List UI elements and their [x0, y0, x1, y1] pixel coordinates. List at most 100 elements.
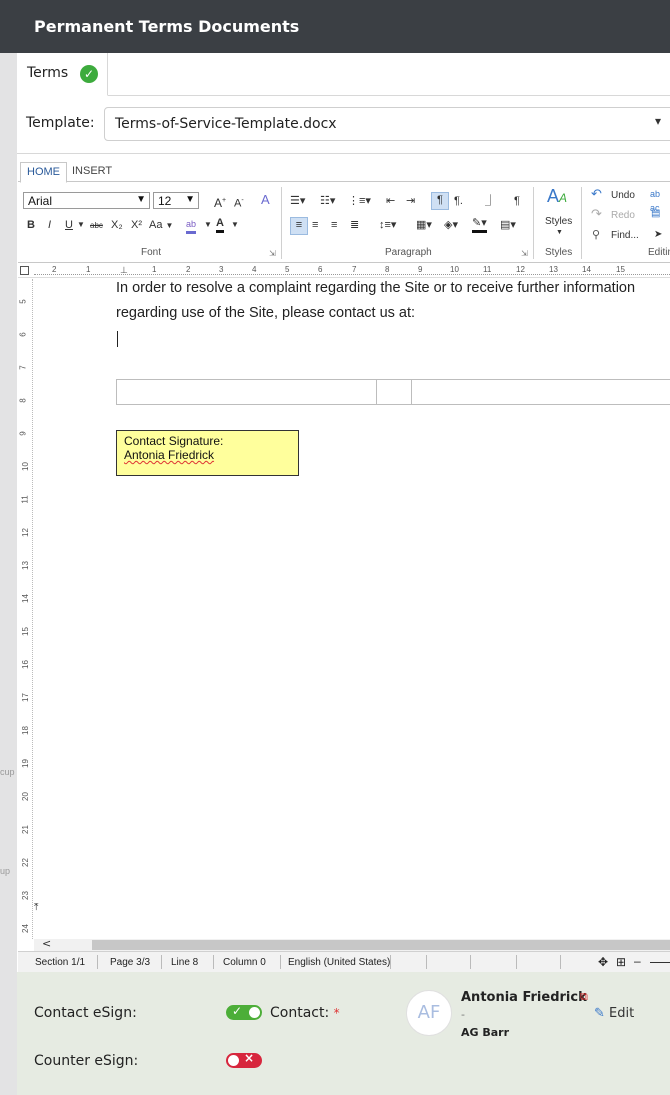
ruler-mark: 9	[418, 265, 423, 274]
group-separator	[533, 187, 534, 259]
ruler-mark: 10	[20, 462, 30, 471]
ruler-mark: 16	[20, 660, 30, 669]
cursor-select-icon[interactable]: ➤	[654, 228, 662, 242]
show-formatting-icon[interactable]: ¶	[514, 194, 520, 208]
signature-name: Antonia Friedrick	[124, 448, 215, 462]
ruler-mark: 17	[20, 693, 30, 702]
ribbon-tab-home[interactable]: HOME	[20, 162, 67, 183]
border-color-icon[interactable]: ✎▾	[472, 216, 487, 233]
font-color-icon[interactable]: A	[216, 216, 224, 233]
status-bar: Section 1/1 Page 3/3 Line 8 Column 0 Eng…	[18, 951, 670, 972]
undo-button[interactable]: Undo	[611, 189, 635, 203]
shrink-font-icon[interactable]: A-	[234, 194, 244, 211]
horizontal-scrollbar[interactable]: <	[34, 937, 670, 951]
template-select[interactable]: Terms-of-Service-Template.docx ▾	[104, 107, 670, 141]
border-width-icon[interactable]: ▤▾	[500, 218, 516, 232]
ruler-mark: 13	[20, 561, 30, 570]
font-name-select[interactable]: Arial ▼	[23, 192, 150, 209]
table-cell-divider	[376, 380, 377, 404]
ruler-mark: 6	[18, 332, 28, 337]
multilevel-list-icon[interactable]: ⋮≡▾	[348, 194, 371, 208]
dialog-header: Permanent Terms Documents	[0, 0, 670, 53]
document-canvas[interactable]: In order to resolve a complaint regardin…	[34, 279, 670, 939]
underline-button[interactable]: U	[65, 218, 73, 232]
ltr-paragraph-icon[interactable]: ¶	[431, 192, 449, 210]
status-column: Column 0	[223, 957, 266, 968]
tab-stop-selector[interactable]	[20, 266, 29, 275]
first-line-indent-icon[interactable]: ⊥	[120, 265, 128, 276]
fit-width-icon[interactable]: ⊞	[616, 955, 626, 969]
ruler-mark: 15	[20, 627, 30, 636]
subscript-button[interactable]: X₂	[111, 218, 123, 232]
external-link-icon[interactable]: ⧉	[580, 990, 588, 1004]
ribbon-tabs: HOME INSERT	[18, 162, 670, 183]
align-center-icon[interactable]: ≡	[312, 218, 318, 232]
rtl-paragraph-icon[interactable]: ¶.	[454, 194, 463, 208]
zoom-out-icon[interactable]: –	[634, 954, 641, 968]
strikethrough-button[interactable]: abc	[90, 219, 103, 233]
highlight-icon[interactable]: ab	[186, 217, 197, 234]
chevron-down-icon: ▼	[165, 221, 174, 230]
contact-name[interactable]: Antonia Friedrick	[461, 990, 587, 1005]
justify-icon[interactable]: ≣	[350, 218, 359, 232]
clear-format-icon[interactable]: A	[261, 193, 270, 207]
bullets-icon[interactable]: ☰▾	[290, 194, 305, 208]
toggle-knob	[249, 1007, 260, 1018]
align-right-icon[interactable]: ≡	[331, 218, 337, 232]
template-label: Template:	[26, 115, 95, 131]
contact-esign-toggle[interactable]: ✓	[226, 1004, 262, 1020]
styles-group-label: Styles	[545, 247, 573, 258]
line-spacing-icon[interactable]: ↕≡▾	[379, 218, 396, 232]
ruler-mark: 18	[20, 726, 30, 735]
change-case-button[interactable]: Aa ▼	[149, 218, 173, 233]
fit-page-icon[interactable]: ✥	[598, 955, 608, 969]
tab-label: Terms	[27, 65, 69, 81]
styles-icon[interactable]: AA	[547, 187, 567, 205]
find-button[interactable]: Find...	[611, 229, 639, 243]
template-select-value: Terms-of-Service-Template.docx	[115, 116, 337, 132]
increase-indent-icon[interactable]: ⇥	[406, 194, 415, 208]
horizontal-ruler[interactable]: 2 1 ⊥ 1 2 3 4 5 6 7 8 9 10 11 12 13 14 1…	[18, 264, 670, 278]
rich-text-editor: HOME INSERT Arial ▼ 12 ▼ A+ A- A B I U ▼ a…	[18, 162, 670, 972]
search-icon[interactable]: ⚲	[592, 228, 600, 242]
undo-icon[interactable]: ↶	[591, 187, 602, 201]
dialog-launcher-icon[interactable]: ⇲	[269, 249, 276, 258]
ruler-mark: 24	[20, 924, 30, 933]
ruler-mark: 11	[483, 265, 492, 274]
tab-terms[interactable]: Terms ✓	[17, 53, 108, 96]
page-break-icon[interactable]: ⏌	[485, 194, 496, 208]
ruler-mark: 4	[252, 265, 257, 274]
status-page: Page 3/3	[110, 957, 151, 968]
decrease-indent-icon[interactable]: ⇤	[386, 194, 395, 208]
status-separator	[516, 955, 517, 969]
align-left-icon[interactable]: ≡	[290, 217, 308, 235]
vertical-ruler[interactable]: 5 6 7 8 9 10 11 12 13 14 15 16 17 18 19 …	[18, 279, 33, 939]
signature-block[interactable]: Contact Signature: Antonia Friedrick	[116, 430, 299, 476]
superscript-button[interactable]: X²	[131, 218, 142, 232]
document-table[interactable]	[116, 379, 670, 405]
select-all-icon[interactable]: ▤	[651, 207, 660, 221]
dialog-launcher-icon[interactable]: ⇲	[521, 249, 528, 258]
status-separator	[426, 955, 427, 969]
ruler-mark: 15	[616, 265, 625, 274]
bold-button[interactable]: B	[27, 218, 35, 232]
group-separator	[281, 187, 282, 259]
grow-font-icon[interactable]: A+	[214, 194, 226, 210]
contact-organization: AG Barr	[461, 1026, 510, 1039]
scroll-left-icon[interactable]: <	[42, 937, 51, 950]
ruler-mark: 2	[186, 265, 191, 274]
status-separator	[470, 955, 471, 969]
zoom-slider[interactable]	[650, 962, 670, 963]
italic-button[interactable]: I	[48, 218, 51, 232]
counter-esign-toggle[interactable]: ×	[226, 1051, 262, 1068]
font-size-select[interactable]: 12 ▼	[153, 192, 199, 209]
status-separator	[97, 955, 98, 969]
ruler-mark: 22	[20, 858, 30, 867]
borders-icon[interactable]: ▦▾	[416, 218, 432, 232]
shading-icon[interactable]: ◈▾	[444, 218, 458, 232]
ribbon-tab-insert[interactable]: INSERT	[66, 162, 118, 183]
chevron-down-icon: ▼	[231, 220, 239, 229]
edit-contact-button[interactable]: ✎ Edit	[594, 1006, 634, 1021]
numbering-icon[interactable]: ☷▾	[320, 194, 335, 208]
scrollbar-thumb[interactable]	[92, 940, 670, 950]
